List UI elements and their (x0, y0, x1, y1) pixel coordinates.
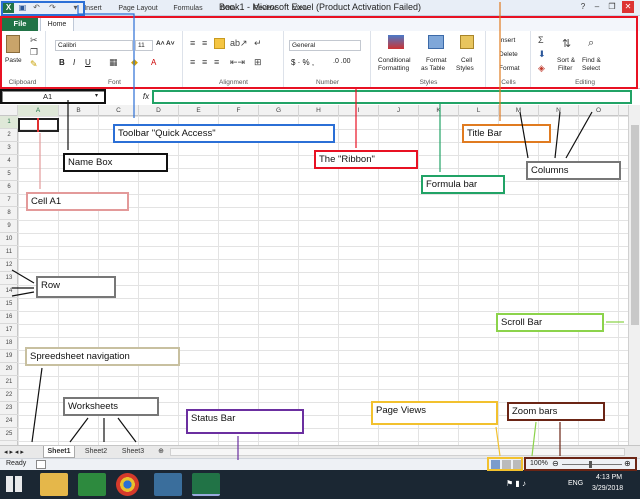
arrow-row (11, 269, 35, 297)
arrow-worksheets (69, 417, 137, 443)
annotation-arrows (11, 2, 624, 460)
arrow-page-views (495, 426, 501, 457)
arrow-columns (519, 111, 593, 159)
arrow-scroll-to-bar (531, 421, 537, 457)
arrow-navigation (31, 367, 43, 443)
arrow-toolbar (77, 5, 135, 118)
